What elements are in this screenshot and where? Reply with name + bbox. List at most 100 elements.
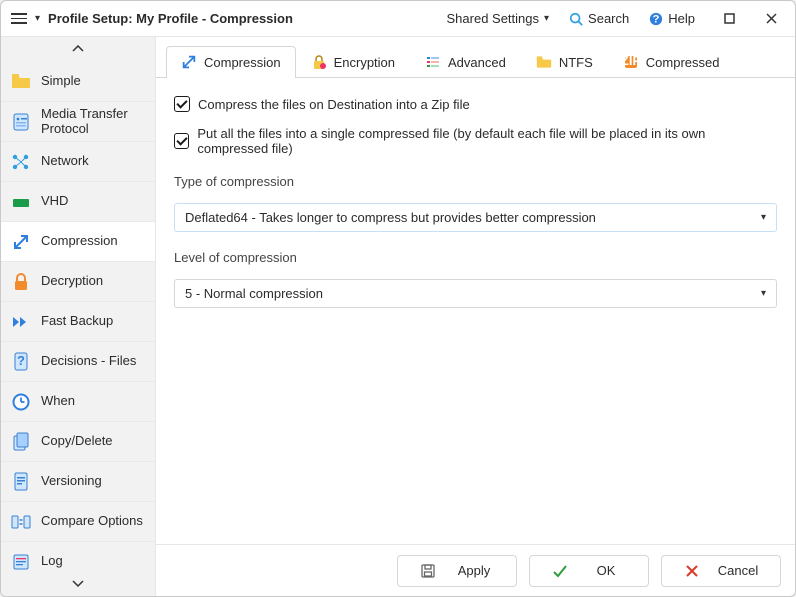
search-icon (569, 12, 583, 26)
sidebar-item-fast-backup[interactable]: Fast Backup (1, 301, 155, 341)
sidebar-item-network[interactable]: Network (1, 141, 155, 181)
shared-settings-button[interactable]: Shared Settings ▾ (441, 7, 556, 30)
compress-icon (11, 232, 31, 252)
hamburger-menu-icon[interactable] (11, 13, 27, 24)
sidebar-item-media-transfer-protocol[interactable]: Media Transfer Protocol (1, 101, 155, 141)
profile-setup-window: ▾ Profile Setup: My Profile - Compressio… (0, 0, 796, 597)
apply-button[interactable]: Apply (397, 555, 517, 587)
help-button[interactable]: ? Help (643, 7, 701, 30)
folder-icon (536, 54, 552, 70)
sidebar-item-decryption[interactable]: Decryption (1, 261, 155, 301)
sidebar-item-versioning[interactable]: Versioning (1, 461, 155, 501)
search-label: Search (588, 11, 629, 26)
sidebar-item-when[interactable]: When (1, 381, 155, 421)
ok-button[interactable]: OK (529, 555, 649, 587)
tab-encryption[interactable]: Encryption (296, 46, 410, 78)
sidebar-item-label: Decisions - Files (41, 354, 136, 369)
sidebar: Simple Media Transfer Protocol Network VHD C… (1, 37, 156, 596)
close-button[interactable] (757, 5, 785, 33)
type-of-compression-select[interactable]: Deflated64 - Takes longer to compress bu… (174, 203, 777, 232)
level-of-compression-value: 5 - Normal compression (185, 286, 323, 301)
chevron-down-icon: ▾ (761, 212, 766, 223)
sidebar-item-compression[interactable]: Compression (1, 221, 155, 261)
vhd-icon (11, 192, 31, 212)
compress-icon (181, 54, 197, 70)
tab-advanced[interactable]: Advanced (410, 46, 521, 78)
help-label: Help (668, 11, 695, 26)
chevron-down-icon[interactable]: ▾ (35, 13, 40, 24)
forward-icon (11, 312, 31, 332)
tab-label: Compressed (646, 55, 720, 70)
maximize-button[interactable] (715, 5, 743, 33)
sidebar-item-label: When (41, 394, 75, 409)
check-icon (552, 563, 568, 579)
level-of-compression-label: Level of compression (174, 250, 777, 265)
cancel-label: Cancel (718, 563, 758, 578)
sidebar-item-label: Simple (41, 74, 81, 89)
chevron-down-icon (72, 580, 84, 588)
chevron-up-icon (72, 45, 84, 53)
sidebar-item-label: Fast Backup (41, 314, 113, 329)
tab-label: Compression (204, 55, 281, 70)
sidebar-item-simple[interactable]: Simple (1, 61, 155, 101)
single-file-label: Put all the files into a single compress… (197, 126, 777, 156)
ok-label: OK (586, 563, 626, 578)
save-icon (420, 563, 436, 579)
main-panel: Compression Encryption Advanced NTFS ZIP Comp… (156, 37, 795, 596)
encrypt-icon (311, 54, 327, 70)
tab-label: Advanced (448, 55, 506, 70)
tab-label: NTFS (559, 55, 593, 70)
compress-destination-label: Compress the files on Destination into a… (198, 97, 470, 112)
sidebar-item-vhd[interactable]: VHD (1, 181, 155, 221)
cancel-button[interactable]: Cancel (661, 555, 781, 587)
search-button[interactable]: Search (563, 7, 635, 30)
type-of-compression-value: Deflated64 - Takes longer to compress bu… (185, 210, 596, 225)
sidebar-item-label: Media Transfer Protocol (41, 107, 145, 137)
sidebar-scroll-up[interactable] (1, 37, 155, 61)
level-of-compression-select[interactable]: 5 - Normal compression ▾ (174, 279, 777, 308)
sidebar-item-decisions-files[interactable]: ? Decisions - Files (1, 341, 155, 381)
sidebar-item-log[interactable]: Log (1, 541, 155, 572)
log-icon (11, 552, 31, 572)
sidebar-item-copy-delete[interactable]: Copy/Delete (1, 421, 155, 461)
chevron-down-icon: ▾ (544, 13, 549, 24)
zip-icon: ZIP (623, 54, 639, 70)
sidebar-item-label: Compression (41, 234, 118, 249)
svg-text:ZIP: ZIP (623, 54, 639, 68)
tab-ntfs[interactable]: NTFS (521, 46, 608, 78)
svg-text:?: ? (653, 13, 660, 25)
chevron-down-icon: ▾ (761, 288, 766, 299)
sidebar-item-label: Compare Options (41, 514, 143, 529)
help-icon: ? (649, 12, 663, 26)
apply-label: Apply (454, 563, 494, 578)
checkbox-icon (174, 96, 190, 112)
sidebar-item-compare-options[interactable]: Compare Options (1, 501, 155, 541)
shared-settings-label: Shared Settings (447, 11, 540, 26)
mtp-icon (11, 112, 31, 132)
svg-text:?: ? (17, 353, 25, 368)
sidebar-item-label: Copy/Delete (41, 434, 113, 449)
titlebar: ▾ Profile Setup: My Profile - Compressio… (1, 1, 795, 37)
tab-compression[interactable]: Compression (166, 46, 296, 78)
window-title: Profile Setup: My Profile - Compression (48, 11, 293, 26)
sidebar-item-label: Log (41, 554, 63, 569)
lock-icon (11, 272, 31, 292)
sidebar-item-label: Versioning (41, 474, 102, 489)
tab-compressed[interactable]: ZIP Compressed (608, 46, 735, 78)
folder-icon (11, 71, 31, 91)
cross-icon (684, 563, 700, 579)
advanced-icon (425, 54, 441, 70)
sidebar-item-label: VHD (41, 194, 68, 209)
sidebar-scroll-down[interactable] (1, 572, 155, 596)
compress-destination-row[interactable]: Compress the files on Destination into a… (174, 96, 777, 112)
single-file-row[interactable]: Put all the files into a single compress… (174, 126, 777, 156)
decision-icon: ? (11, 352, 31, 372)
network-icon (11, 152, 31, 172)
footer-buttons: Apply OK Cancel (156, 544, 795, 596)
clock-icon (11, 392, 31, 412)
sidebar-item-label: Decryption (41, 274, 103, 289)
tab-label: Encryption (334, 55, 395, 70)
checkbox-icon (174, 133, 189, 149)
copy-icon (11, 432, 31, 452)
compression-tab-content: Compress the files on Destination into a… (156, 78, 795, 544)
